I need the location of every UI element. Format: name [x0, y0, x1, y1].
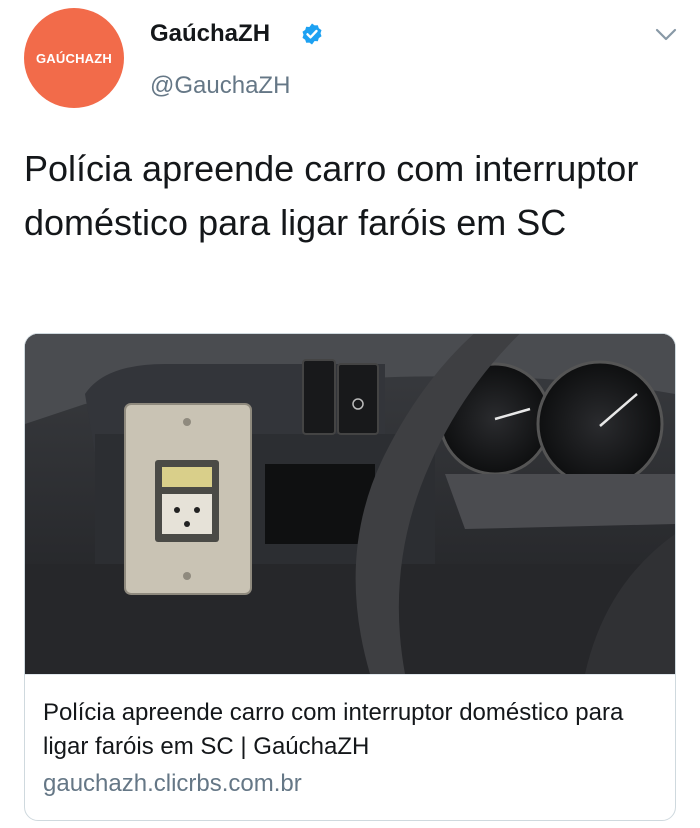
card-image[interactable]: [25, 334, 675, 674]
verified-badge-icon: [300, 22, 324, 46]
link-card[interactable]: Polícia apreende carro com interruptor d…: [24, 333, 676, 821]
display-name[interactable]: GaúchaZH: [150, 20, 270, 48]
card-title[interactable]: Polícia apreende carro com interruptor d…: [43, 696, 663, 764]
avatar[interactable]: GAÚCHAZH: [24, 8, 124, 108]
dashboard-photo: [25, 334, 675, 674]
card-divider: [25, 674, 675, 675]
tweet-header: GAÚCHAZH GaúchaZH @GauchaZH: [0, 0, 700, 120]
tweet-text: Polícia apreende carro com interruptor d…: [24, 148, 639, 243]
account-handle[interactable]: @GauchaZH: [150, 72, 290, 100]
card-domain[interactable]: gauchazh.clicrbs.com.br: [43, 770, 302, 798]
chevron-down-icon[interactable]: [654, 26, 678, 44]
avatar-logo-text: GAÚCHAZH: [36, 50, 112, 66]
